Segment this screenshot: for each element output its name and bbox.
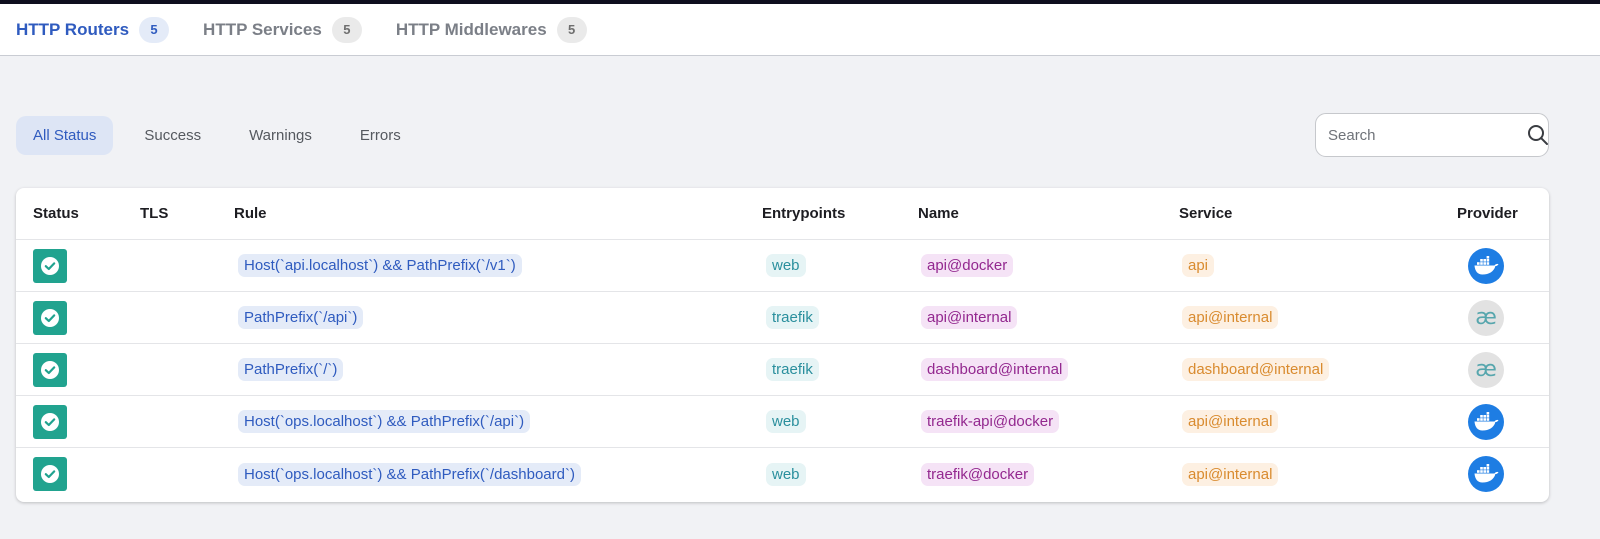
search-icon[interactable] xyxy=(1527,124,1549,146)
router-name-chip: traefik@docker xyxy=(921,462,1035,486)
column-header-name[interactable]: Name xyxy=(918,188,959,239)
tab-count-badge: 5 xyxy=(331,16,362,43)
tab-label: HTTP Middlewares xyxy=(395,19,547,39)
column-header-tls[interactable]: TLS xyxy=(140,188,168,239)
column-header-service[interactable]: Service xyxy=(1179,188,1232,239)
table-body: Host(`api.localhost`) && PathPrefix(`/v1… xyxy=(16,240,1549,500)
tab-http-services[interactable]: HTTP Services 5 xyxy=(203,16,362,43)
status-success-icon xyxy=(33,457,67,491)
status-success-icon xyxy=(33,352,67,387)
rule-chip: PathPrefix(`/`) xyxy=(238,358,344,381)
table-row[interactable]: PathPrefix(`/api`) traefik api@internal api… xyxy=(16,292,1549,344)
status-filter-bar: All Status Success Warnings Errors xyxy=(16,116,432,155)
router-name-chip: api@internal xyxy=(921,306,1018,329)
internal-provider-icon: æ xyxy=(1468,351,1504,388)
status-success-icon xyxy=(33,300,67,335)
service-chip: dashboard@internal xyxy=(1182,358,1330,381)
routers-table: Status TLS Rule Entrypoints Name Service… xyxy=(16,188,1549,502)
provider-glyph: æ xyxy=(1475,304,1497,330)
router-name-chip: traefik-api@docker xyxy=(921,410,1060,433)
table-header-row: Status TLS Rule Entrypoints Name Service… xyxy=(16,188,1549,240)
entrypoint-chip: web xyxy=(766,410,806,433)
filter-warnings-button[interactable]: Warnings xyxy=(232,116,329,155)
tab-count-badge: 5 xyxy=(139,16,170,43)
tab-http-routers[interactable]: HTTP Routers 5 xyxy=(16,16,170,43)
router-name-chip: api@docker xyxy=(921,254,1014,277)
filter-success-button[interactable]: Success xyxy=(127,116,218,155)
status-success-icon xyxy=(33,404,67,439)
service-chip: api@internal xyxy=(1182,306,1279,329)
table-row[interactable]: Host(`ops.localhost`) && PathPrefix(`/da… xyxy=(16,448,1549,500)
entrypoint-chip: web xyxy=(766,254,806,277)
column-header-rule[interactable]: Rule xyxy=(234,188,267,239)
filter-all-status-button[interactable]: All Status xyxy=(16,116,114,155)
internal-provider-icon: æ xyxy=(1468,299,1504,336)
tab-http-middlewares[interactable]: HTTP Middlewares 5 xyxy=(395,16,587,43)
search-input[interactable] xyxy=(1328,126,1527,144)
rule-chip: Host(`api.localhost`) && PathPrefix(`/v1… xyxy=(238,254,522,277)
column-header-provider[interactable]: Provider xyxy=(1457,188,1518,239)
filter-errors-button[interactable]: Errors xyxy=(343,116,418,155)
tab-label: HTTP Routers xyxy=(16,19,130,39)
tab-count-badge: 5 xyxy=(556,16,587,43)
column-header-entrypoints[interactable]: Entrypoints xyxy=(762,188,845,239)
entrypoint-chip: traefik xyxy=(766,358,819,381)
rule-chip: Host(`ops.localhost`) && PathPrefix(`/ap… xyxy=(238,410,531,433)
resource-tabs: HTTP Routers 5 HTTP Services 5 HTTP Midd… xyxy=(0,4,1600,56)
entrypoint-chip: traefik xyxy=(766,306,819,329)
provider-glyph: æ xyxy=(1475,356,1497,382)
table-row[interactable]: PathPrefix(`/`) traefik dashboard@internal… xyxy=(16,344,1549,396)
service-chip: api@internal xyxy=(1182,462,1279,486)
status-success-icon xyxy=(33,248,67,283)
rule-chip: Host(`ops.localhost`) && PathPrefix(`/da… xyxy=(238,462,581,486)
docker-provider-icon xyxy=(1468,247,1504,284)
router-name-chip: dashboard@internal xyxy=(921,358,1069,381)
table-row[interactable]: Host(`ops.localhost`) && PathPrefix(`/ap… xyxy=(16,396,1549,448)
rule-chip: PathPrefix(`/api`) xyxy=(238,306,364,329)
search-box xyxy=(1315,113,1549,157)
table-row[interactable]: Host(`api.localhost`) && PathPrefix(`/v1… xyxy=(16,240,1549,292)
service-chip: api@internal xyxy=(1182,410,1279,433)
docker-provider-icon xyxy=(1468,456,1504,492)
service-chip: api xyxy=(1182,254,1215,277)
column-header-status[interactable]: Status xyxy=(33,188,79,239)
entrypoint-chip: web xyxy=(766,462,806,486)
tab-label: HTTP Services xyxy=(203,19,322,39)
docker-provider-icon xyxy=(1468,403,1504,440)
